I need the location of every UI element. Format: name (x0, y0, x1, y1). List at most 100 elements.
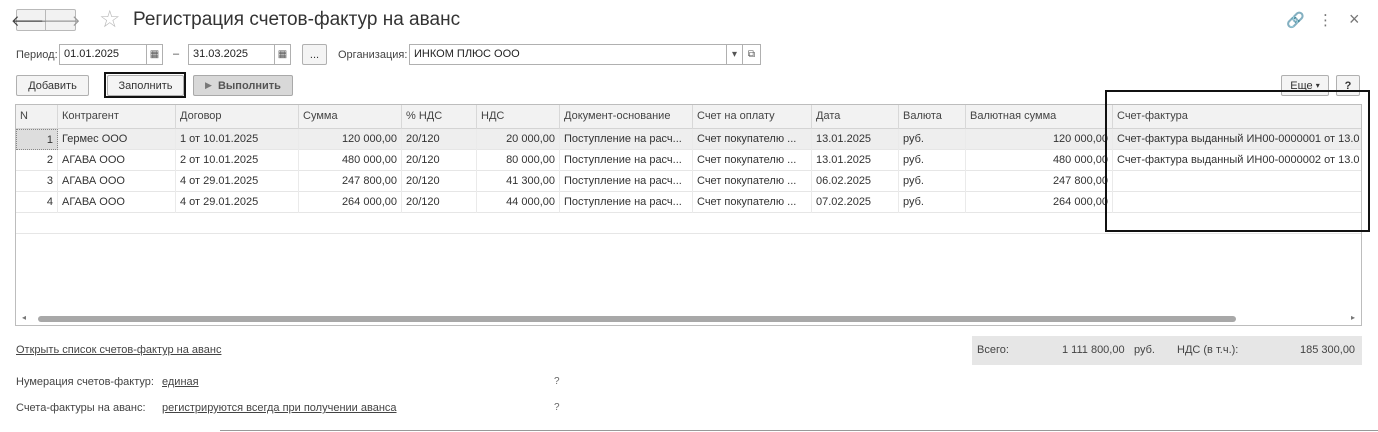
calendar-from-button[interactable]: ▦ (146, 44, 163, 65)
cell-payment-invoice[interactable]: Счет покупателю ... (693, 171, 812, 192)
scrollbar-thumb[interactable] (38, 316, 1236, 322)
page-title: Регистрация счетов-фактур на аванс (133, 9, 461, 30)
cell-currency-amount[interactable]: 264 000,00 (966, 192, 1113, 213)
cell-currency-amount[interactable]: 247 800,00 (966, 171, 1113, 192)
add-button[interactable]: Добавить (16, 75, 89, 96)
play-icon: ▶ (205, 80, 212, 90)
cell-contract[interactable]: 1 от 10.01.2025 (176, 129, 299, 150)
cell-contract[interactable]: 4 от 29.01.2025 (176, 171, 299, 192)
cell-base-document[interactable]: Поступление на расч... (560, 171, 693, 192)
chevron-down-icon: ▾ (731, 49, 738, 60)
choose-period-button[interactable]: ... (302, 44, 327, 65)
open-invoices-list-link[interactable]: Открыть список счетов-фактур на аванс (16, 344, 221, 356)
cell-currency-amount[interactable]: 480 000,00 (966, 150, 1113, 171)
cell-vat[interactable]: 44 000,00 (477, 192, 560, 213)
open-icon: ⧉ (747, 49, 756, 60)
cell-payment-invoice[interactable]: Счет покупателю ... (693, 192, 812, 213)
organization-open-button[interactable]: ⧉ (742, 44, 761, 65)
cell-currency[interactable]: руб. (899, 129, 966, 150)
total-value: 1 111 800,00 (1062, 344, 1125, 356)
cell-amount[interactable]: 120 000,00 (299, 129, 402, 150)
advance-label: Счета-фактуры на аванс: (16, 402, 146, 414)
organization-dropdown-button[interactable]: ▾ (726, 44, 743, 65)
period-from-input[interactable]: 01.01.2025 (59, 44, 147, 65)
totals-panel: Всего: 1 111 800,00 руб. НДС (в т.ч.): 1… (972, 336, 1362, 365)
fill-button-highlight (104, 72, 186, 98)
cell-amount[interactable]: 480 000,00 (299, 150, 402, 171)
cell-currency[interactable]: руб. (899, 150, 966, 171)
column-header-currency-amount[interactable]: Валютная сумма (966, 105, 1113, 129)
cell-vat[interactable]: 41 300,00 (477, 171, 560, 192)
total-currency: руб. (1134, 344, 1155, 356)
column-header-vat-rate[interactable]: % НДС (402, 105, 477, 129)
run-button-label: Выполнить (217, 79, 281, 92)
column-header-vat[interactable]: НДС (477, 105, 560, 129)
cell-currency[interactable]: руб. (899, 171, 966, 192)
column-header-date[interactable]: Дата (812, 105, 899, 129)
cell-date[interactable]: 13.01.2025 (812, 150, 899, 171)
column-header-base-document[interactable]: Документ-основание (560, 105, 693, 129)
column-header-amount[interactable]: Сумма (299, 105, 402, 129)
chevron-down-icon: ▾ (1315, 81, 1320, 90)
cell-vat[interactable]: 20 000,00 (477, 129, 560, 150)
period-to-input[interactable]: 31.03.2025 (188, 44, 275, 65)
cell-vat-rate[interactable]: 20/120 (402, 150, 477, 171)
total-label: Всего: (977, 344, 1009, 356)
cell-base-document[interactable]: Поступление на расч... (560, 129, 693, 150)
cell-contract[interactable]: 4 от 29.01.2025 (176, 192, 299, 213)
cell-amount[interactable]: 247 800,00 (299, 171, 402, 192)
cell-date[interactable]: 06.02.2025 (812, 171, 899, 192)
close-icon[interactable]: × (1349, 9, 1360, 30)
cell-currency[interactable]: руб. (899, 192, 966, 213)
run-button[interactable]: ▶ Выполнить (193, 75, 293, 96)
scroll-right-icon[interactable]: ▸ (1351, 313, 1355, 322)
cell-base-document[interactable]: Поступление на расч... (560, 150, 693, 171)
period-label: Период: (16, 49, 58, 61)
bottom-divider (220, 430, 1378, 431)
advance-help-icon[interactable]: ? (554, 402, 560, 413)
cell-payment-invoice[interactable]: Счет покупателю ... (693, 150, 812, 171)
period-dash: – (173, 48, 180, 60)
cell-base-document[interactable]: Поступление на расч... (560, 192, 693, 213)
cell-vat-rate[interactable]: 20/120 (402, 171, 477, 192)
organization-input[interactable]: ИНКОМ ПЛЮС ООО (409, 44, 727, 65)
column-header-counterparty[interactable]: Контрагент (58, 105, 176, 129)
cell-vat-rate[interactable]: 20/120 (402, 192, 477, 213)
vat-label: НДС (в т.ч.): (1177, 344, 1239, 356)
numbering-label: Нумерация счетов-фактур: (16, 376, 154, 388)
cell-date[interactable]: 07.02.2025 (812, 192, 899, 213)
cell-n[interactable]: 4 (16, 192, 58, 213)
horizontal-scrollbar[interactable]: ◂ ▸ (16, 313, 1361, 325)
cell-counterparty[interactable]: АГАВА ООО (58, 192, 176, 213)
arrow-right-icon: 🡒 (40, 12, 81, 30)
cell-n[interactable]: 1 (16, 129, 58, 150)
numbering-link[interactable]: единая (162, 376, 199, 388)
favorite-star-icon[interactable]: ☆ (99, 5, 121, 34)
cell-counterparty[interactable]: АГАВА ООО (58, 171, 176, 192)
calendar-icon: ▦ (149, 49, 160, 60)
column-header-currency[interactable]: Валюта (899, 105, 966, 129)
cell-payment-invoice[interactable]: Счет покупателю ... (693, 129, 812, 150)
forward-button[interactable]: 🡒 (40, 9, 81, 31)
vat-value: 185 300,00 (1300, 344, 1356, 356)
link-icon[interactable]: 🔗 (1286, 11, 1305, 29)
calendar-to-button[interactable]: ▦ (274, 44, 291, 65)
cell-vat[interactable]: 80 000,00 (477, 150, 560, 171)
cell-n[interactable]: 2 (16, 150, 58, 171)
scroll-left-icon[interactable]: ◂ (22, 313, 26, 322)
cell-currency-amount[interactable]: 120 000,00 (966, 129, 1113, 150)
cell-vat-rate[interactable]: 20/120 (402, 129, 477, 150)
column-header-payment-invoice[interactable]: Счет на оплату (693, 105, 812, 129)
cell-contract[interactable]: 2 от 10.01.2025 (176, 150, 299, 171)
cell-n[interactable]: 3 (16, 171, 58, 192)
cell-counterparty[interactable]: Гермес ООО (58, 129, 176, 150)
cell-amount[interactable]: 264 000,00 (299, 192, 402, 213)
cell-date[interactable]: 13.01.2025 (812, 129, 899, 150)
advance-link[interactable]: регистрируются всегда при получении аван… (162, 402, 397, 414)
numbering-help-icon[interactable]: ? (554, 376, 560, 387)
cell-counterparty[interactable]: АГАВА ООО (58, 150, 176, 171)
column-header-n[interactable]: N (16, 105, 58, 129)
more-actions-icon[interactable]: ⋮ (1318, 11, 1333, 29)
invoice-column-highlight (1105, 90, 1370, 232)
column-header-contract[interactable]: Договор (176, 105, 299, 129)
